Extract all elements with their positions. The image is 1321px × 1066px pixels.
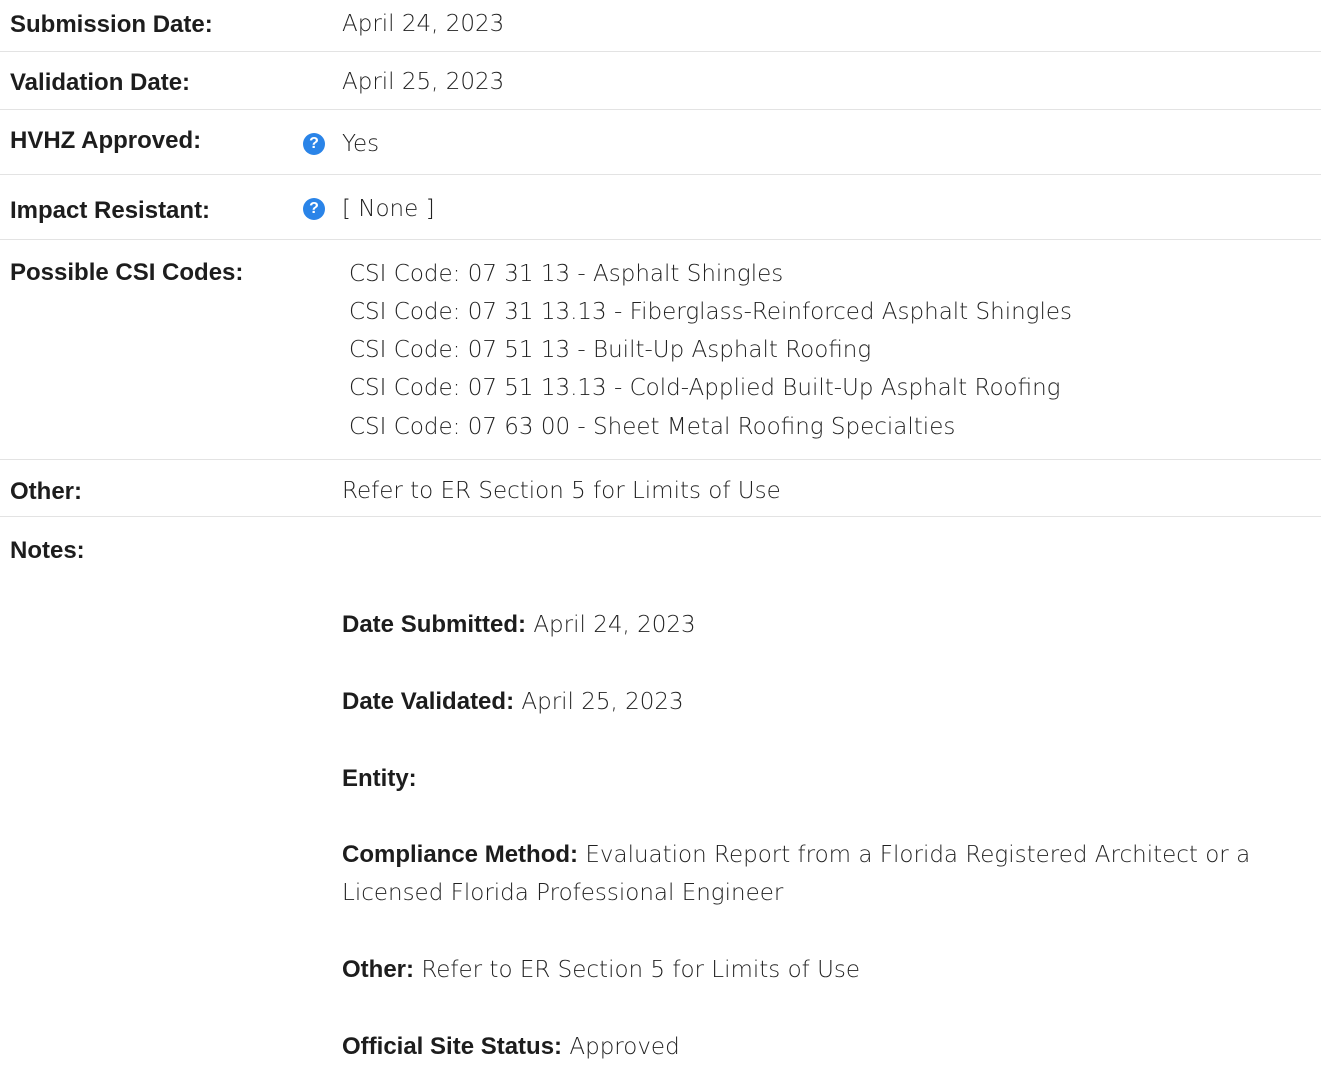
note-compliance-method: Compliance Method: Evaluation Report fro… xyxy=(342,836,1317,912)
note-date-validated: Date Validated: April 25, 2023 xyxy=(342,683,1317,721)
other-value: Refer to ER Section 5 for Limits of Use xyxy=(342,478,781,504)
csi-codes-row: Possible CSI Codes: CSI Code: 07 31 13 -… xyxy=(0,240,1321,460)
validation-date-row: Validation Date: April 25, 2023 xyxy=(0,52,1321,110)
hvhz-approved-row: HVHZ Approved: ? Yes xyxy=(0,110,1321,175)
note-date-submitted-label: Date Submitted: xyxy=(342,611,527,638)
other-row: Other: Refer to ER Section 5 for Limits … xyxy=(0,460,1321,517)
csi-code-item: CSI Code: 07 51 13 - Built-Up Asphalt Ro… xyxy=(349,337,872,363)
note-official-site-status: Official Site Status: Approved xyxy=(342,1028,1317,1066)
note-site-status-label: Official Site Status: xyxy=(342,1033,563,1060)
submission-date-row: Submission Date: April 24, 2023 xyxy=(0,0,1321,52)
impact-resistant-row: Impact Resistant: ? [ None ] xyxy=(0,175,1321,240)
csi-code-item: CSI Code: 07 51 13.13 - Cold-Applied Bui… xyxy=(349,375,1061,401)
note-date-validated-label: Date Validated: xyxy=(342,688,515,715)
question-circle-icon[interactable]: ? xyxy=(303,198,325,220)
note-other-label: Other: xyxy=(342,956,414,983)
impact-resistant-value: [ None ] xyxy=(342,196,435,222)
other-label: Other: xyxy=(10,478,82,505)
note-entity-label: Entity: xyxy=(342,765,417,792)
note-date-submitted: Date Submitted: April 24, 2023 xyxy=(342,606,1317,644)
hvhz-approved-label: HVHZ Approved: xyxy=(10,127,202,154)
note-site-status-value: Approved xyxy=(569,1034,680,1060)
note-other: Other: Refer to ER Section 5 for Limits … xyxy=(342,951,1317,989)
csi-code-item: CSI Code: 07 63 00 - Sheet Metal Roofing… xyxy=(349,414,956,440)
hvhz-approved-value: Yes xyxy=(342,131,380,157)
notes-label: Notes: xyxy=(10,537,85,564)
csi-codes-label: Possible CSI Codes: xyxy=(10,259,244,286)
csi-code-item: CSI Code: 07 31 13.13 - Fiberglass-Reinf… xyxy=(349,299,1072,325)
note-date-submitted-value: April 24, 2023 xyxy=(533,612,696,638)
csi-code-item: CSI Code: 07 31 13 - Asphalt Shingles xyxy=(349,261,784,287)
submission-date-label: Submission Date: xyxy=(10,11,213,38)
note-other-value: Refer to ER Section 5 for Limits of Use xyxy=(421,957,861,983)
note-compliance-label: Compliance Method: xyxy=(342,841,579,868)
question-circle-icon[interactable]: ? xyxy=(303,133,325,155)
validation-date-label: Validation Date: xyxy=(10,69,191,96)
note-entity: Entity: xyxy=(342,760,1317,798)
note-date-validated-value: April 25, 2023 xyxy=(521,689,684,715)
submission-date-value: April 24, 2023 xyxy=(342,11,505,37)
impact-resistant-label: Impact Resistant: xyxy=(10,197,211,224)
validation-date-value: April 25, 2023 xyxy=(342,69,505,95)
